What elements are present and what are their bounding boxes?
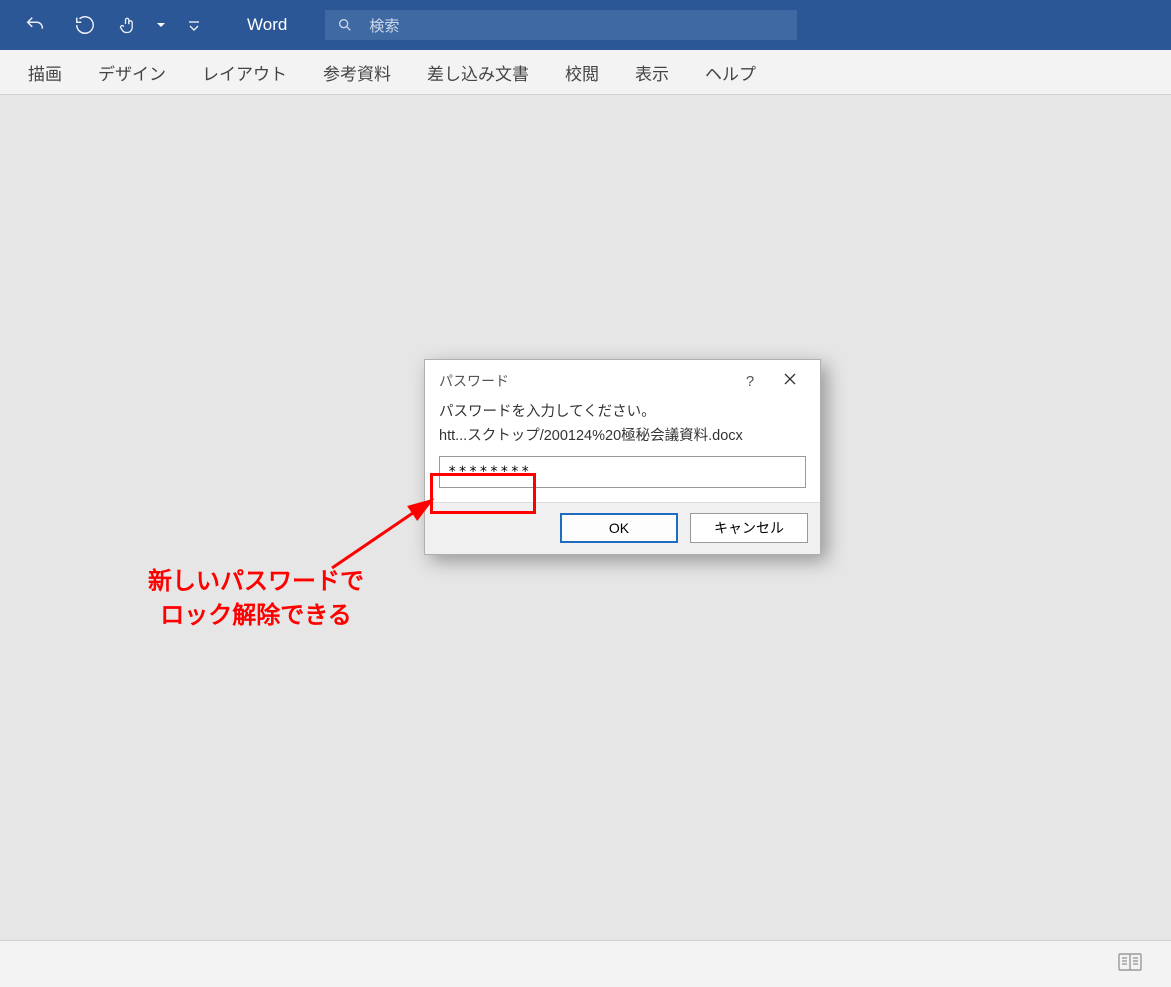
dialog-message: パスワードを入力してください。 [439,402,806,424]
tab-help[interactable]: ヘルプ [705,60,756,85]
dialog-titlebar: パスワード ? [425,360,820,402]
dialog-file-path: htt...スクトップ/200124%20極秘会議資料.docx [439,426,806,448]
close-icon [783,372,797,391]
dialog-help-button[interactable]: ? [730,360,770,402]
search-icon [337,17,353,33]
dialog-body: パスワードを入力してください。 htt...スクトップ/200124%20極秘会… [425,402,820,502]
search-placeholder: 検索 [369,15,399,36]
app-name: Word [247,15,287,35]
tab-mailings[interactable]: 差し込み文書 [427,60,529,85]
touch-dropdown-icon[interactable] [146,0,176,50]
tab-draw[interactable]: 描画 [28,60,62,85]
undo-icon[interactable] [10,0,60,50]
status-bar [0,940,1171,987]
tab-review[interactable]: 校閲 [565,60,599,85]
title-bar: Word 検索 [0,0,1171,50]
tab-references[interactable]: 参考資料 [323,60,391,85]
customize-qat-icon[interactable] [176,0,212,50]
tab-design[interactable]: デザイン [98,60,166,85]
password-dialog: パスワード ? パスワードを入力してください。 htt...スクトップ/2001… [424,359,821,555]
redo-icon[interactable] [60,0,110,50]
search-box[interactable]: 検索 [325,10,797,40]
tab-layout[interactable]: レイアウト [202,60,287,85]
ribbon: 描画 デザイン レイアウト 参考資料 差し込み文書 校閲 表示 ヘルプ [0,50,1171,95]
dialog-button-bar: OK キャンセル [425,502,820,554]
dialog-close-button[interactable] [770,360,810,402]
tab-view[interactable]: 表示 [635,60,669,85]
cancel-button[interactable]: キャンセル [690,513,808,543]
reading-view-icon[interactable] [1117,951,1143,978]
touch-mode-icon[interactable] [110,0,146,50]
help-icon: ? [746,373,754,390]
annotation-text: 新しいパスワードで ロック解除できる [148,565,364,632]
password-input[interactable] [439,456,806,488]
dialog-title: パスワード [439,371,509,391]
ok-button[interactable]: OK [560,513,678,543]
